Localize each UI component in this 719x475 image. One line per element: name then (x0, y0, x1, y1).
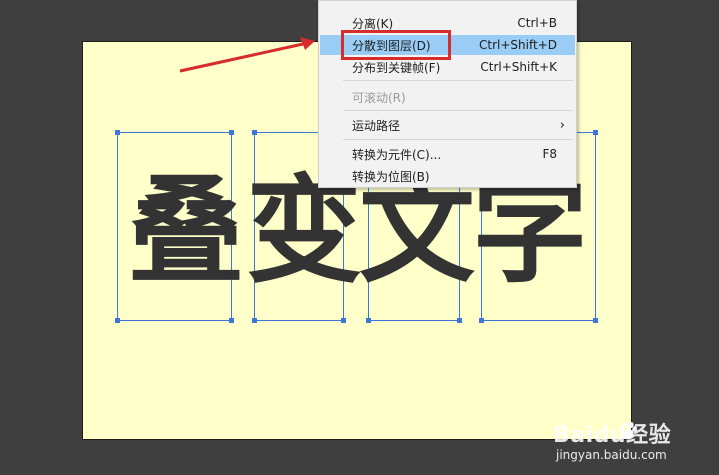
menu-item-scrollable[interactable]: 可滚动(R) (320, 87, 575, 107)
menu-item-shortcut: Ctrl+Shift+D (479, 38, 557, 52)
menu-item-label: 运动路径 (352, 118, 401, 133)
menu-separator (343, 139, 573, 140)
highlight-box (341, 30, 451, 60)
menu-item-shortcut: F8 (542, 147, 557, 161)
menu-item-shortcut: Ctrl+Shift+K (480, 60, 557, 74)
menu-item-label: 转换为元件(C)... (352, 147, 442, 162)
menu-item-shortcut: Ctrl+B (517, 16, 557, 30)
menu-item-motion-path[interactable]: 运动路径 › (320, 115, 575, 135)
context-menu: 分离(K) Ctrl+B 分散到图层(D) Ctrl+Shift+D 分布到关键… (318, 0, 577, 188)
menu-separator (343, 110, 573, 111)
paw-icon (619, 422, 638, 440)
menu-item-distribute-to-keyframes[interactable]: 分布到关键帧(F) Ctrl+Shift+K (320, 57, 575, 77)
menu-separator (343, 80, 573, 81)
menu-item-label: 转换为位图(B) (352, 169, 430, 184)
menu-item-label: 可滚动(R) (352, 90, 406, 105)
menu-item-convert-to-symbol[interactable]: 转换为元件(C)... F8 (320, 144, 575, 164)
chevron-right-icon: › (559, 117, 565, 133)
menu-item-label: 分离(K) (352, 16, 394, 31)
watermark-brand: Baidu经验 (553, 423, 672, 448)
watermark-url: jingyan.baidu.com (556, 448, 667, 462)
watermark: Baidu经验 jingyan.baidu.com (553, 417, 713, 469)
menu-item-convert-to-bitmap[interactable]: 转换为位图(B) (320, 166, 575, 186)
menu-item-label: 分布到关键帧(F) (352, 60, 441, 75)
